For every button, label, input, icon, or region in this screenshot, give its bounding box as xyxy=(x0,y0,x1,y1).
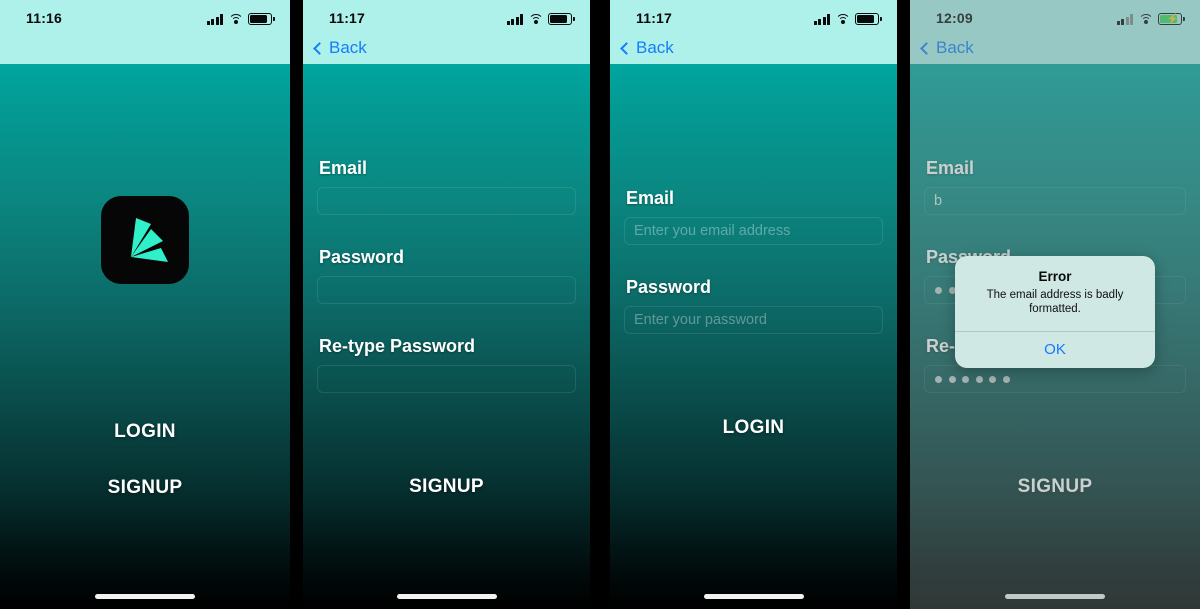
back-button-label: Back xyxy=(636,38,674,57)
cellular-signal-icon xyxy=(206,14,223,25)
back-button[interactable]: Back xyxy=(620,38,674,58)
email-label: Email xyxy=(626,188,675,208)
password-field: Password xyxy=(303,247,590,304)
screen-body: Email Password Re-type Password SIGNUP xyxy=(303,64,590,609)
chevron-left-icon xyxy=(620,41,633,55)
chevron-left-icon xyxy=(313,41,326,55)
email-field: Email Enter you email address xyxy=(610,188,897,245)
cellular-signal-icon xyxy=(506,14,523,25)
app-logo-icon xyxy=(101,196,189,284)
status-bar: 11:17 Back xyxy=(303,0,590,64)
wifi-icon xyxy=(528,14,543,25)
retype-password-field: Re-type Password xyxy=(303,336,590,393)
home-indicator[interactable] xyxy=(396,594,497,599)
back-button-label: Back xyxy=(329,38,367,57)
cellular-signal-icon xyxy=(813,14,830,25)
alert-message: The email address is badly formatted. xyxy=(986,289,1124,316)
status-icons xyxy=(813,11,882,25)
phone-screen-signup-empty: 11:17 Back Email Password Re-type Passwo… xyxy=(303,0,590,609)
wifi-icon xyxy=(228,14,243,25)
phone-screen-welcome: 11:16 LOGIN SIGNUP xyxy=(0,0,290,609)
screen-body: LOGIN SIGNUP xyxy=(0,64,290,609)
home-indicator[interactable] xyxy=(95,594,195,599)
status-icons xyxy=(206,11,275,25)
password-input[interactable]: Enter your password xyxy=(624,306,883,334)
signup-button[interactable]: SIGNUP xyxy=(303,476,590,498)
battery-icon xyxy=(248,13,275,25)
error-alert-dialog: Error The email address is badly formatt… xyxy=(955,256,1155,368)
status-time: 11:16 xyxy=(26,10,63,26)
battery-icon xyxy=(855,13,882,25)
status-time: 11:17 xyxy=(636,10,673,26)
alert-ok-button[interactable]: OK xyxy=(955,332,1155,368)
status-time: 11:17 xyxy=(329,10,366,26)
phone-screen-signup-error: 12:09 ⚡ Back Email b Password xyxy=(910,0,1200,609)
password-label: Password xyxy=(626,277,712,297)
retype-password-label: Re-type Password xyxy=(319,336,476,356)
home-indicator[interactable] xyxy=(703,594,804,599)
screen-body: Email Enter you email address Password E… xyxy=(610,64,897,609)
back-button[interactable]: Back xyxy=(313,38,367,58)
status-icons xyxy=(506,11,575,25)
password-label: Password xyxy=(319,247,405,267)
wifi-icon xyxy=(835,14,850,25)
status-bar: 11:17 Back xyxy=(610,0,897,64)
screenshot-strip: 11:16 LOGIN SIGNUP 11:17 Back Email Pass… xyxy=(0,0,1200,609)
retype-password-input[interactable] xyxy=(317,365,576,393)
email-input[interactable]: Enter you email address xyxy=(624,217,883,245)
phone-screen-login: 11:17 Back Email Enter you email address… xyxy=(610,0,897,609)
password-field: Password Enter your password xyxy=(610,277,897,334)
login-button[interactable]: LOGIN xyxy=(0,421,290,443)
battery-icon xyxy=(548,13,575,25)
signup-button[interactable]: SIGNUP xyxy=(0,477,290,499)
status-bar: 11:16 xyxy=(0,0,290,64)
email-label: Email xyxy=(319,158,368,178)
alert-title: Error xyxy=(1038,269,1072,284)
password-input[interactable] xyxy=(317,276,576,304)
email-input[interactable] xyxy=(317,187,576,215)
login-button[interactable]: LOGIN xyxy=(610,417,897,439)
email-field: Email xyxy=(303,158,590,215)
